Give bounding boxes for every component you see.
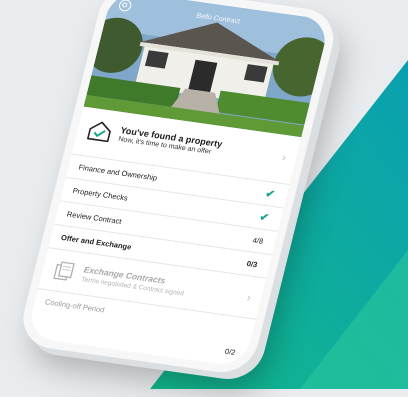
documents-icon [53, 260, 75, 281]
steps-list: Finance and Ownership ✔ Property Checks … [27, 153, 290, 365]
step-label: Offer and Exchange [60, 232, 133, 252]
step-count: 0/2 [224, 346, 237, 357]
step-label: Review Contract [65, 209, 123, 226]
step-count: 0/3 [245, 259, 259, 270]
phone-screen: Bello Contract You've found a property N… [26, 0, 331, 368]
step-label: Property Checks [71, 186, 129, 203]
phone-mockup: Bello Contract You've found a property N… [12, 0, 364, 397]
check-icon: ✔ [264, 187, 277, 201]
step-label: Cooling-off Period [44, 297, 106, 315]
phone-body: Bello Contract You've found a property N… [16, 0, 341, 377]
house-check-icon [87, 121, 111, 143]
check-icon: ✔ [258, 211, 271, 225]
step-count: 4/8 [251, 235, 265, 246]
